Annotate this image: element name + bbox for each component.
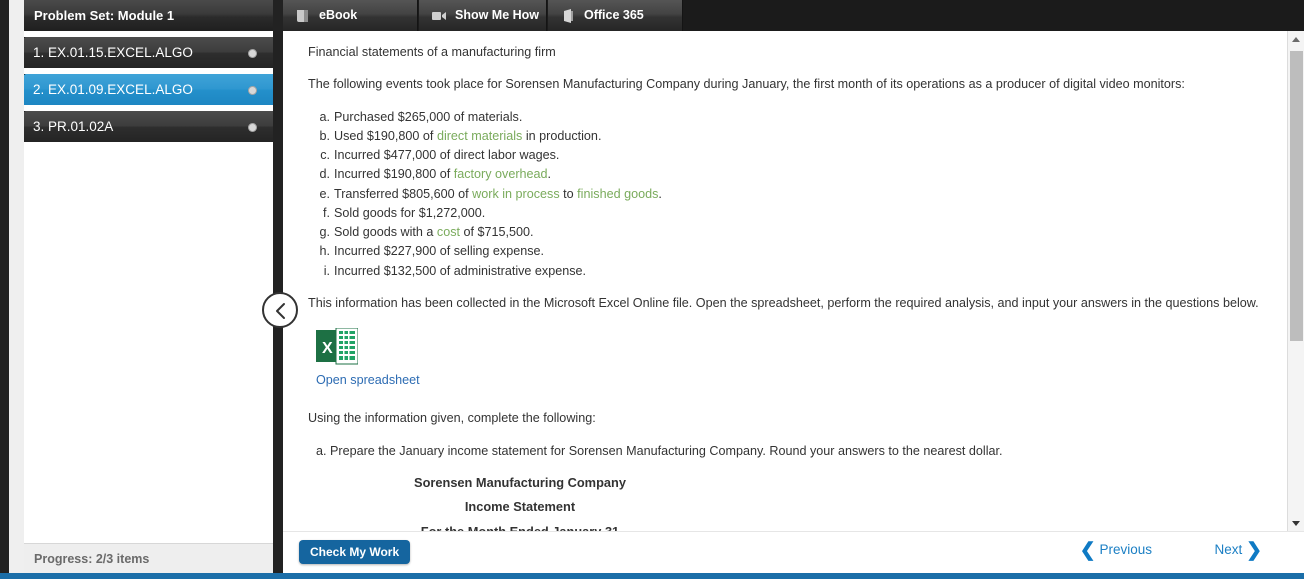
event-label: g. [319,225,330,239]
corner-fold-icon [24,37,34,38]
status-dot-icon [248,48,257,58]
tab-label: eBook [319,8,358,22]
statement-title: Income Statement [464,499,576,515]
event-label: h. [319,244,330,259]
next-label: Next [1214,542,1243,557]
event-text: Incurred $190,800 of [334,167,454,182]
event-text: . [658,186,662,201]
tab-office-365[interactable]: Office 365 [548,0,683,31]
event-text: of $715,500. [460,225,534,239]
tab-show-me-how[interactable]: Show Me How [419,0,547,31]
event-label: i. [323,263,330,278]
event-list-item: b. Used $190,800 of direct materials in p… [316,127,1269,145]
status-dot-icon [248,122,257,132]
glossary-term-link[interactable]: direct materials [437,129,522,143]
left-rail [0,0,9,573]
glossary-term-link[interactable]: cost [437,225,460,239]
event-list: a. Purchased $265,000 of materials. b. Used… [308,108,1269,280]
tab-bar: eBook Show Me How Office 365 [283,0,1304,31]
check-my-work-button[interactable]: Check My Work [299,540,411,564]
sidebar: Problem Set: Module 1 1. EX.01.15.EXCEL.… [24,0,273,573]
task-a-text: a. Prepare the January income statement … [316,443,1003,458]
sidebar-item-label: 1. EX.01.15.EXCEL.ALGO [33,45,193,60]
corner-fold-icon [24,74,34,75]
event-text: Incurred $132,500 of administrative expe… [334,263,587,278]
problem-content-area: Financial statements of a manufacturing … [283,31,1287,531]
problem-set-page: Problem Set: Module 1 1. EX.01.15.EXCEL.… [0,0,1304,579]
sidebar-item-label: 2. EX.01.09.EXCEL.ALGO [33,82,193,97]
pane-divider [273,0,283,573]
chevron-left-icon: ❮ [1079,540,1096,561]
sidebar-item-2[interactable]: 2. EX.01.09.EXCEL.ALGO [24,74,273,105]
scrollbar-thumb[interactable] [1290,51,1303,341]
sidebar-item-3[interactable]: 3. PR.01.02A [24,111,273,142]
event-label: a. [319,109,330,124]
glossary-term-link[interactable]: work in process [472,187,560,201]
excel-note: This information has been collected in t… [308,295,1259,310]
book-icon [297,10,308,22]
event-text: Purchased $265,000 of materials. [334,109,523,124]
event-text: Used $190,800 of [334,128,437,143]
left-gutter [9,0,24,573]
event-label: f. [323,205,330,220]
spreadsheet-launcher: X Open spreadsheet [316,328,1269,389]
bottom-accent-strip [0,573,1304,579]
triangle-up-icon [1292,37,1300,42]
event-text: . [547,167,552,182]
progress-indicator: Progress: 2/3 items [24,543,273,573]
event-list-item: e. Transferred $805,600 of work in proces… [316,185,1269,203]
previous-label: Previous [1099,542,1152,557]
event-list-item: g. Sold goods with a cost of $715,500. [316,223,1269,241]
sidebar-item-label: 3. PR.01.02A [33,119,114,134]
scroll-up-button[interactable] [1288,31,1304,47]
open-spreadsheet-link[interactable]: Open spreadsheet [316,371,420,389]
event-label: c. [320,148,330,162]
next-button[interactable]: Next ❯ [1214,541,1262,560]
sidebar-item-list: 1. EX.01.15.EXCEL.ALGO 2. EX.01.09.EXCEL… [24,31,273,543]
event-text: Sold goods with a [334,225,437,239]
corner-fold-icon [24,111,34,112]
event-label: b. [319,128,330,143]
event-text: in production. [522,128,602,143]
office-icon [564,9,573,23]
event-list-item: h. Incurred $227,900 of selling expense. [316,242,1269,260]
event-text: Incurred $477,000 of direct labor wages. [334,148,560,162]
glossary-term-link[interactable]: finished goods [577,187,658,201]
status-dot-icon [248,85,257,95]
event-label: e. [319,186,330,201]
chevron-right-icon: ❯ [1246,540,1262,561]
glossary-term-link[interactable]: factory overhead [454,167,548,181]
tab-label: Office 365 [584,8,644,22]
event-list-item: c. Incurred $477,000 of direct labor wage… [316,146,1269,164]
event-list-item: i. Incurred $132,500 of administrative ex… [316,262,1269,280]
event-text: Transferred $805,600 of [334,186,473,201]
video-camera-icon [432,12,446,20]
triangle-down-icon [1292,521,1300,526]
sidebar-item-1[interactable]: 1. EX.01.15.EXCEL.ALGO [24,37,273,68]
problem-heading: Financial statements of a manufacturing … [308,45,556,59]
event-text: Incurred $227,900 of selling expense. [334,244,545,259]
scroll-down-button[interactable] [1288,515,1304,531]
event-list-item: f. Sold goods for $1,272,000. [316,204,1269,222]
event-text: to [559,186,578,201]
collapse-sidebar-button[interactable] [262,292,298,328]
using-information-text: Using the information given, complete th… [308,411,596,426]
sidebar-header-title: Problem Set: Module 1 [24,0,273,31]
chevron-left-icon [276,303,285,319]
problem-intro: The following events took place for Sore… [308,77,1185,92]
content-scrollbar[interactable] [1287,31,1304,531]
income-statement-form: Sorensen Manufacturing Company Income St… [308,474,1269,531]
statement-company-name: Sorensen Manufacturing Company [414,474,626,490]
previous-button[interactable]: ❮ Previous [1080,541,1152,560]
event-list-item: d. Incurred $190,800 of factory overhead. [316,165,1269,183]
tab-ebook[interactable]: eBook [283,0,418,31]
event-text: Sold goods for $1,272,000. [334,205,486,220]
svg-text:X: X [322,340,333,357]
excel-file-icon[interactable]: X [316,328,358,366]
statement-period: For the Month Ended January 31 [330,523,710,531]
action-bar: Check My Work ❮ Previous Next ❯ [283,531,1304,573]
tab-label: Show Me How [455,8,540,22]
event-list-item: a. Purchased $265,000 of materials. [316,108,1269,126]
event-label: d. [319,167,330,182]
